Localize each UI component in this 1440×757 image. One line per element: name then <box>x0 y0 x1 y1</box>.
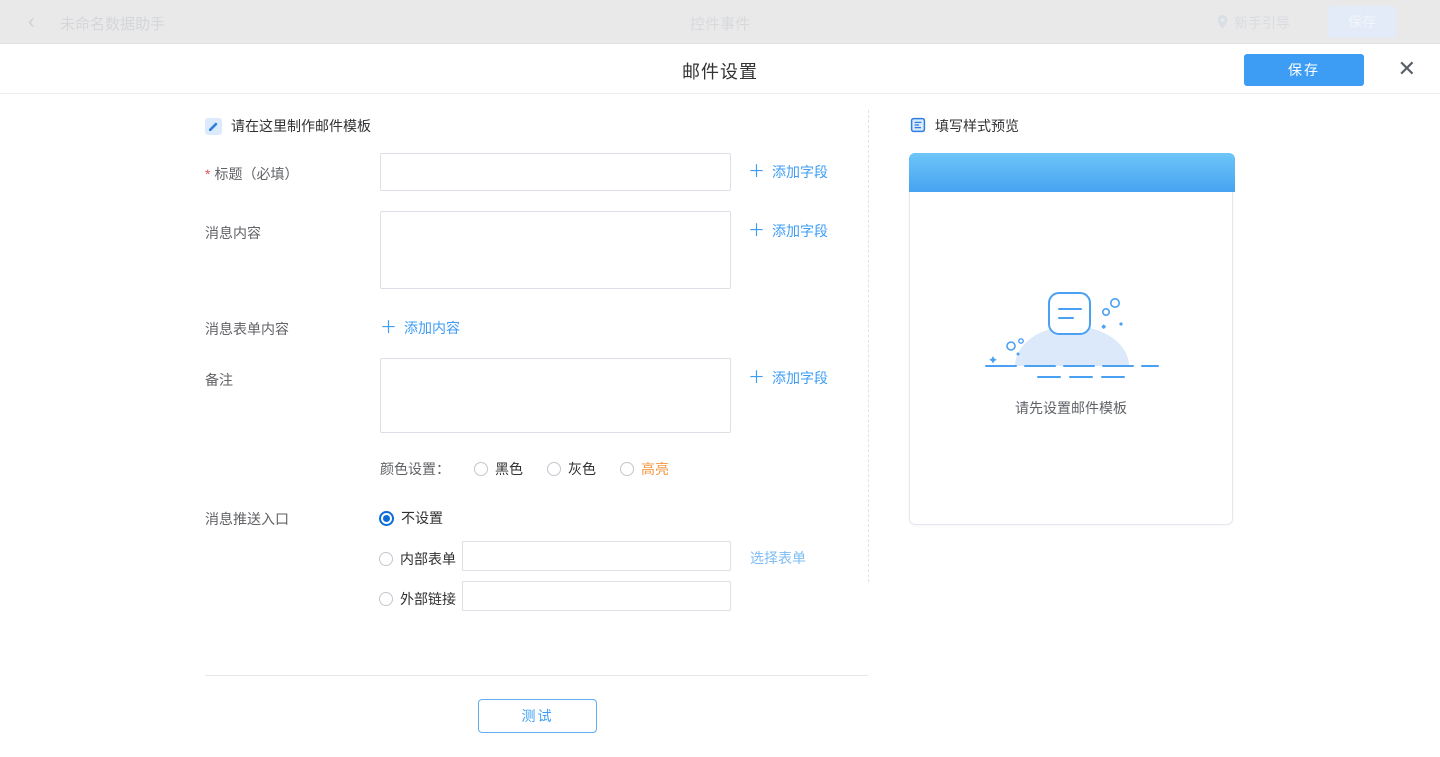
remark-label: 备注 <box>205 370 233 390</box>
radio-color-black[interactable]: 黑色 <box>474 459 523 479</box>
test-button[interactable]: 测试 <box>478 699 597 733</box>
vertical-dashed-divider <box>868 110 869 582</box>
preview-card: 请先设置邮件模板 <box>909 153 1233 525</box>
preview-section-title: 填写样式预览 <box>935 116 1019 136</box>
color-setting-label: 颜色设置： <box>380 459 450 479</box>
save-button[interactable]: 保存 <box>1244 54 1364 86</box>
radio-circle-icon[interactable] <box>620 462 634 476</box>
pencil-icon <box>205 118 222 135</box>
form-section-header: 请在这里制作邮件模板 <box>205 116 371 136</box>
add-field-remark-link[interactable]: ＋ 添加字段 <box>748 368 828 388</box>
background-topbar: ‹ 未命名数据助手 控件事件 新手引导 保存 <box>0 0 1440 44</box>
remark-textarea[interactable] <box>380 358 731 433</box>
preview-section-header: 填写样式预览 <box>910 116 1019 136</box>
plus-icon: ＋ <box>748 224 765 238</box>
color-setting-row: 颜色设置： 黑色 灰色 高亮 <box>380 459 669 479</box>
message-content-label: 消息内容 <box>205 223 261 243</box>
radio-circle-icon[interactable] <box>379 592 393 606</box>
plus-icon: ＋ <box>748 371 765 385</box>
screen: ‹ 未命名数据助手 控件事件 新手引导 保存 邮件设置 保存 ✕ 请在这里制作邮… <box>0 0 1440 757</box>
push-entry-label: 消息推送入口 <box>205 509 289 529</box>
empty-state-illustration <box>980 284 1164 404</box>
radio-push-internal-form[interactable]: 内部表单 <box>379 549 456 569</box>
message-content-textarea[interactable] <box>380 211 731 289</box>
add-field-title-link[interactable]: ＋ 添加字段 <box>748 162 828 182</box>
radio-color-highlight[interactable]: 高亮 <box>620 459 669 479</box>
dialog-title: 邮件设置 <box>0 58 1440 84</box>
form-section-title: 请在这里制作邮件模板 <box>231 116 371 136</box>
radio-circle-icon[interactable] <box>547 462 561 476</box>
radio-push-none[interactable]: 不设置 <box>379 508 443 528</box>
add-field-message-link[interactable]: ＋ 添加字段 <box>748 221 828 241</box>
email-settings-dialog: 邮件设置 保存 ✕ 请在这里制作邮件模板 *标题（必填） ＋ 添加字段 消息内容… <box>0 44 1440 757</box>
close-icon[interactable]: ✕ <box>1398 55 1416 83</box>
guide-link: 新手引导 <box>1216 13 1290 33</box>
plus-icon: ＋ <box>748 165 765 179</box>
radio-circle-icon[interactable] <box>474 462 488 476</box>
title-input[interactable] <box>380 153 731 191</box>
background-save-button: 保存 <box>1328 6 1396 38</box>
radio-color-gray[interactable]: 灰色 <box>547 459 596 479</box>
divider <box>205 675 868 676</box>
preview-card-header <box>909 153 1235 192</box>
preview-empty-text: 请先设置邮件模板 <box>910 398 1232 418</box>
add-content-link[interactable]: ＋ 添加内容 <box>380 318 460 338</box>
internal-form-input[interactable] <box>462 541 731 571</box>
document-icon <box>910 117 926 136</box>
select-form-link[interactable]: 选择表单 <box>750 548 806 568</box>
radio-selected-icon[interactable] <box>379 511 394 526</box>
radio-push-external-link[interactable]: 外部链接 <box>379 589 456 609</box>
location-pin-icon <box>1216 14 1229 33</box>
guide-label: 新手引导 <box>1234 13 1290 33</box>
dialog-header: 邮件设置 保存 ✕ <box>0 44 1440 94</box>
plus-icon: ＋ <box>380 321 397 335</box>
required-mark: * <box>205 166 210 182</box>
radio-circle-icon[interactable] <box>379 552 393 566</box>
title-label: *标题（必填） <box>205 164 298 184</box>
external-link-input[interactable] <box>462 581 731 611</box>
form-content-label: 消息表单内容 <box>205 319 289 339</box>
